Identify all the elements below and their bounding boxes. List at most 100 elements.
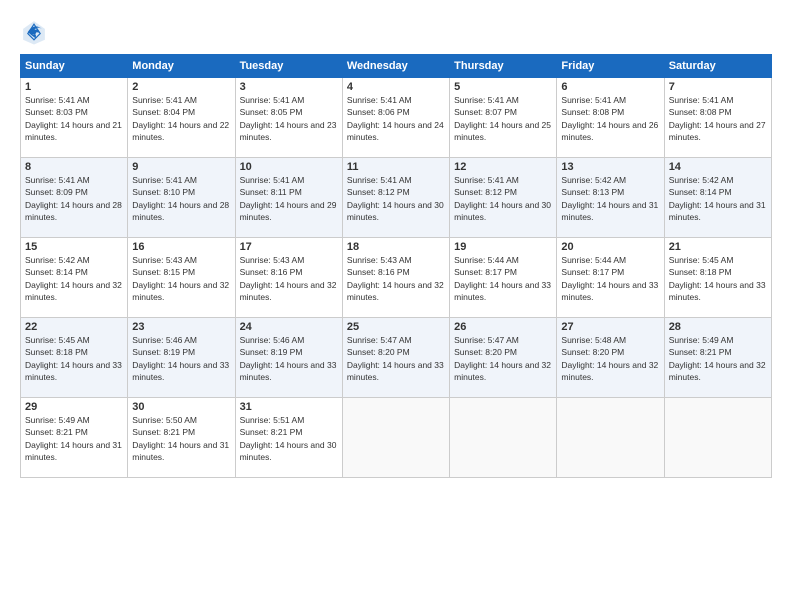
calendar-cell: 2 Sunrise: 5:41 AMSunset: 8:04 PMDayligh… [128,78,235,158]
day-number: 20 [561,241,659,253]
day-info: Sunrise: 5:50 AMSunset: 8:21 PMDaylight:… [132,414,230,463]
day-number: 11 [347,161,445,173]
weekday-header-thursday: Thursday [450,55,557,78]
calendar-cell: 5 Sunrise: 5:41 AMSunset: 8:07 PMDayligh… [450,78,557,158]
calendar-cell: 12 Sunrise: 5:41 AMSunset: 8:12 PMDaylig… [450,158,557,238]
calendar-cell: 4 Sunrise: 5:41 AMSunset: 8:06 PMDayligh… [342,78,449,158]
calendar-cell: 20 Sunrise: 5:44 AMSunset: 8:17 PMDaylig… [557,238,664,318]
day-info: Sunrise: 5:43 AMSunset: 8:16 PMDaylight:… [347,254,445,303]
day-info: Sunrise: 5:42 AMSunset: 8:13 PMDaylight:… [561,174,659,223]
day-number: 2 [132,81,230,93]
day-info: Sunrise: 5:41 AMSunset: 8:08 PMDaylight:… [561,94,659,143]
calendar-cell: 29 Sunrise: 5:49 AMSunset: 8:21 PMDaylig… [21,398,128,478]
day-number: 12 [454,161,552,173]
calendar-cell: 21 Sunrise: 5:45 AMSunset: 8:18 PMDaylig… [664,238,771,318]
day-info: Sunrise: 5:43 AMSunset: 8:15 PMDaylight:… [132,254,230,303]
day-info: Sunrise: 5:41 AMSunset: 8:03 PMDaylight:… [25,94,123,143]
day-info: Sunrise: 5:48 AMSunset: 8:20 PMDaylight:… [561,334,659,383]
calendar-cell: 7 Sunrise: 5:41 AMSunset: 8:08 PMDayligh… [664,78,771,158]
page: SundayMondayTuesdayWednesdayThursdayFrid… [0,0,792,612]
day-info: Sunrise: 5:46 AMSunset: 8:19 PMDaylight:… [240,334,338,383]
calendar-week-3: 15 Sunrise: 5:42 AMSunset: 8:14 PMDaylig… [21,238,772,318]
day-info: Sunrise: 5:47 AMSunset: 8:20 PMDaylight:… [347,334,445,383]
day-number: 27 [561,321,659,333]
calendar-cell: 3 Sunrise: 5:41 AMSunset: 8:05 PMDayligh… [235,78,342,158]
calendar-cell: 19 Sunrise: 5:44 AMSunset: 8:17 PMDaylig… [450,238,557,318]
calendar-cell: 6 Sunrise: 5:41 AMSunset: 8:08 PMDayligh… [557,78,664,158]
day-number: 28 [669,321,767,333]
day-info: Sunrise: 5:42 AMSunset: 8:14 PMDaylight:… [669,174,767,223]
calendar-cell: 15 Sunrise: 5:42 AMSunset: 8:14 PMDaylig… [21,238,128,318]
weekday-header-friday: Friday [557,55,664,78]
day-number: 18 [347,241,445,253]
day-info: Sunrise: 5:41 AMSunset: 8:06 PMDaylight:… [347,94,445,143]
weekday-header-sunday: Sunday [21,55,128,78]
day-number: 17 [240,241,338,253]
calendar-week-1: 1 Sunrise: 5:41 AMSunset: 8:03 PMDayligh… [21,78,772,158]
calendar-cell: 24 Sunrise: 5:46 AMSunset: 8:19 PMDaylig… [235,318,342,398]
day-number: 13 [561,161,659,173]
day-info: Sunrise: 5:45 AMSunset: 8:18 PMDaylight:… [25,334,123,383]
weekday-row: SundayMondayTuesdayWednesdayThursdayFrid… [21,55,772,78]
calendar-cell [664,398,771,478]
calendar-cell: 18 Sunrise: 5:43 AMSunset: 8:16 PMDaylig… [342,238,449,318]
day-info: Sunrise: 5:41 AMSunset: 8:04 PMDaylight:… [132,94,230,143]
calendar-cell: 30 Sunrise: 5:50 AMSunset: 8:21 PMDaylig… [128,398,235,478]
calendar-cell: 27 Sunrise: 5:48 AMSunset: 8:20 PMDaylig… [557,318,664,398]
calendar-cell: 9 Sunrise: 5:41 AMSunset: 8:10 PMDayligh… [128,158,235,238]
day-number: 1 [25,81,123,93]
day-info: Sunrise: 5:47 AMSunset: 8:20 PMDaylight:… [454,334,552,383]
calendar-cell: 11 Sunrise: 5:41 AMSunset: 8:12 PMDaylig… [342,158,449,238]
day-number: 14 [669,161,767,173]
calendar-week-5: 29 Sunrise: 5:49 AMSunset: 8:21 PMDaylig… [21,398,772,478]
day-number: 16 [132,241,230,253]
calendar-cell: 31 Sunrise: 5:51 AMSunset: 8:21 PMDaylig… [235,398,342,478]
day-info: Sunrise: 5:41 AMSunset: 8:10 PMDaylight:… [132,174,230,223]
day-number: 24 [240,321,338,333]
day-number: 23 [132,321,230,333]
day-number: 3 [240,81,338,93]
weekday-header-monday: Monday [128,55,235,78]
day-number: 29 [25,401,123,413]
day-number: 9 [132,161,230,173]
day-number: 30 [132,401,230,413]
day-info: Sunrise: 5:42 AMSunset: 8:14 PMDaylight:… [25,254,123,303]
day-info: Sunrise: 5:43 AMSunset: 8:16 PMDaylight:… [240,254,338,303]
day-info: Sunrise: 5:41 AMSunset: 8:12 PMDaylight:… [347,174,445,223]
day-number: 10 [240,161,338,173]
day-info: Sunrise: 5:41 AMSunset: 8:08 PMDaylight:… [669,94,767,143]
day-number: 5 [454,81,552,93]
day-info: Sunrise: 5:49 AMSunset: 8:21 PMDaylight:… [25,414,123,463]
day-info: Sunrise: 5:49 AMSunset: 8:21 PMDaylight:… [669,334,767,383]
calendar-cell [557,398,664,478]
calendar-cell: 25 Sunrise: 5:47 AMSunset: 8:20 PMDaylig… [342,318,449,398]
day-info: Sunrise: 5:51 AMSunset: 8:21 PMDaylight:… [240,414,338,463]
weekday-header-saturday: Saturday [664,55,771,78]
logo-icon [20,18,48,46]
day-number: 8 [25,161,123,173]
day-info: Sunrise: 5:41 AMSunset: 8:09 PMDaylight:… [25,174,123,223]
calendar-week-4: 22 Sunrise: 5:45 AMSunset: 8:18 PMDaylig… [21,318,772,398]
day-info: Sunrise: 5:41 AMSunset: 8:07 PMDaylight:… [454,94,552,143]
calendar-cell: 1 Sunrise: 5:41 AMSunset: 8:03 PMDayligh… [21,78,128,158]
day-number: 25 [347,321,445,333]
day-number: 15 [25,241,123,253]
calendar-week-2: 8 Sunrise: 5:41 AMSunset: 8:09 PMDayligh… [21,158,772,238]
calendar-cell: 13 Sunrise: 5:42 AMSunset: 8:13 PMDaylig… [557,158,664,238]
weekday-header-wednesday: Wednesday [342,55,449,78]
calendar-cell [450,398,557,478]
day-number: 7 [669,81,767,93]
day-info: Sunrise: 5:44 AMSunset: 8:17 PMDaylight:… [561,254,659,303]
day-info: Sunrise: 5:41 AMSunset: 8:12 PMDaylight:… [454,174,552,223]
header [20,18,772,46]
calendar-cell: 16 Sunrise: 5:43 AMSunset: 8:15 PMDaylig… [128,238,235,318]
calendar-cell [342,398,449,478]
day-info: Sunrise: 5:45 AMSunset: 8:18 PMDaylight:… [669,254,767,303]
day-number: 4 [347,81,445,93]
calendar-cell: 26 Sunrise: 5:47 AMSunset: 8:20 PMDaylig… [450,318,557,398]
day-number: 21 [669,241,767,253]
day-info: Sunrise: 5:44 AMSunset: 8:17 PMDaylight:… [454,254,552,303]
day-number: 19 [454,241,552,253]
calendar-cell: 8 Sunrise: 5:41 AMSunset: 8:09 PMDayligh… [21,158,128,238]
weekday-header-tuesday: Tuesday [235,55,342,78]
